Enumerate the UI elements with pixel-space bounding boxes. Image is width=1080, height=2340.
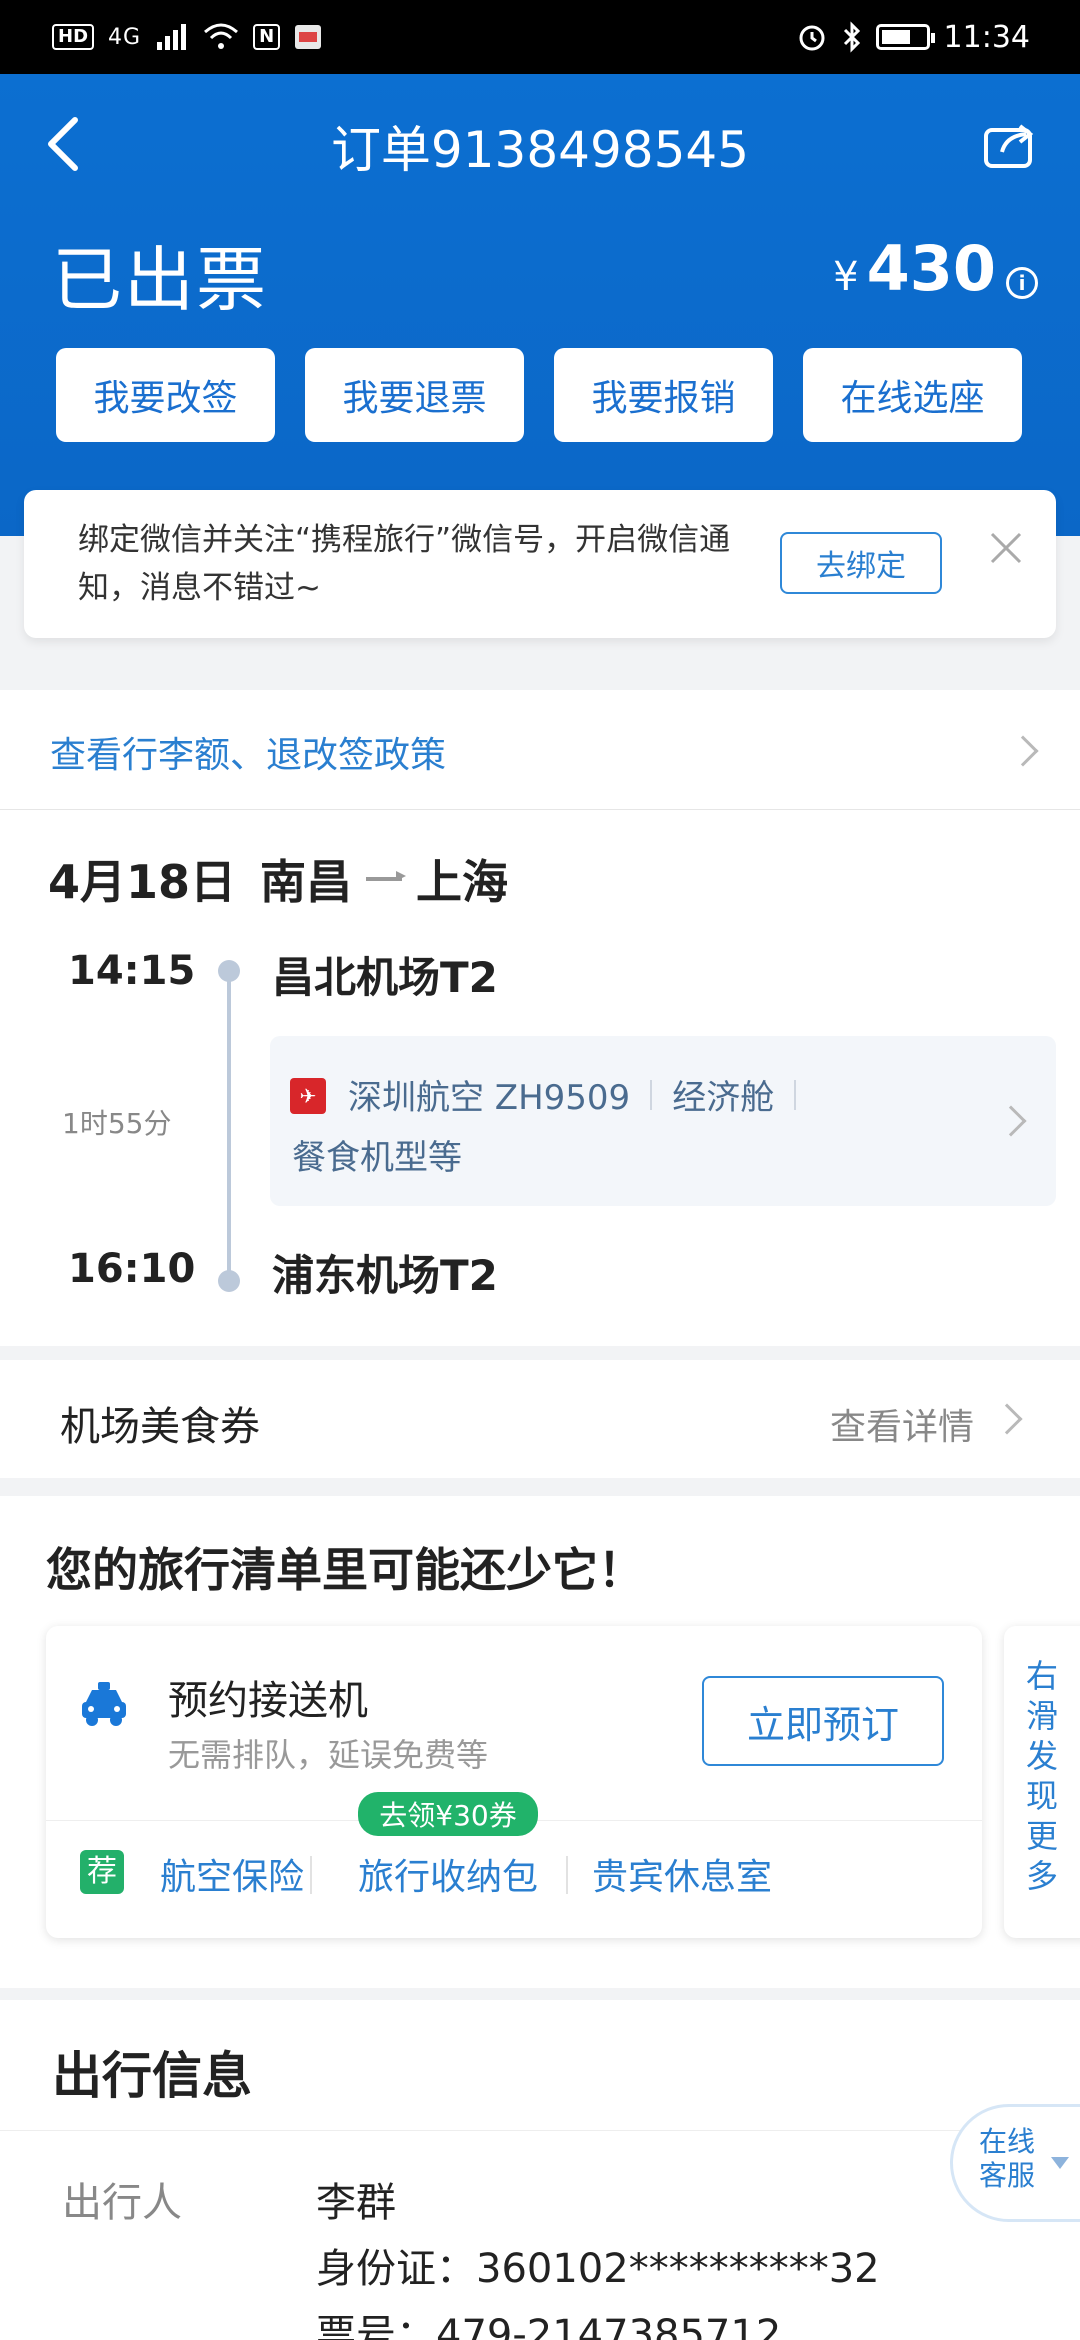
bind-button[interactable]: 去绑定: [780, 532, 942, 594]
departure-city: 南昌: [260, 855, 353, 909]
airline-flight-number: 深圳航空 ZH9509: [348, 1078, 631, 1118]
change-ticket-button[interactable]: 我要改签: [56, 348, 275, 442]
chevron-down-icon: [1051, 2157, 1069, 2169]
currency-symbol: ¥: [833, 254, 859, 300]
divider: [566, 1856, 568, 1894]
coupon-badge[interactable]: 去领¥30券: [358, 1792, 538, 1836]
transfer-subtitle: 无需排队，延误免费等: [168, 1736, 489, 1774]
flight-detail-card[interactable]: ✈ 深圳航空 ZH9509 经济舱 餐食机型等: [270, 1036, 1056, 1206]
notice-text: 绑定微信并关注“携程旅行”微信号，开启微信通知，消息不错过~: [78, 522, 731, 606]
flight-duration: 1时55分: [62, 1107, 172, 1140]
travel-info-section: 出行信息 出行人 李群 身份证：360102**********32 票号：47…: [0, 2000, 1080, 2340]
order-title: 订单9138498545: [330, 121, 750, 179]
wifi-icon: [204, 23, 239, 49]
divider: [0, 2130, 1080, 2131]
cabin-class: 经济舱: [672, 1078, 775, 1118]
status-left: HD 4G N: [52, 22, 322, 52]
wechat-notice: 绑定微信并关注“携程旅行”微信号，开启微信通知，消息不错过~ 去绑定: [24, 490, 1056, 638]
flight-date: 4月18日: [48, 855, 237, 909]
info-icon[interactable]: i: [1006, 267, 1038, 299]
timeline-dot-end: [218, 1270, 240, 1292]
status-right: 11:34: [796, 20, 1030, 55]
timeline-line: [227, 970, 231, 1282]
food-voucher-title: 机场美食券: [60, 1404, 260, 1450]
chevron-right-icon: [1007, 735, 1039, 767]
food-voucher-row[interactable]: 机场美食券 查看详情: [0, 1360, 1080, 1478]
recommend-title: 您的旅行清单里可能还少它！: [46, 1543, 644, 1597]
bluetooth-icon: [843, 21, 860, 53]
policy-row[interactable]: 查看行李额、退改签政策: [0, 690, 1080, 810]
slide-more-text: 右滑发现更多: [1026, 1657, 1059, 1895]
nfc-icon: N: [253, 24, 281, 50]
divider: [794, 1079, 797, 1110]
airline-logo-icon: ✈: [290, 1078, 326, 1114]
timeline-dot-start: [218, 960, 240, 982]
vip-lounge-link[interactable]: 贵宾休息室: [592, 1848, 772, 1900]
arrival-airport: 浦东机场T2: [272, 1251, 498, 1300]
seat-select-button[interactable]: 在线选座: [803, 348, 1022, 442]
slide-more-card[interactable]: 右滑发现更多: [1004, 1626, 1080, 1938]
status-bar: HD 4G N 11:34: [0, 0, 1080, 74]
ticket-number: 票号：479-2147385712: [316, 2312, 782, 2340]
passenger-name: 李群: [316, 2180, 396, 2226]
divider: [310, 1856, 312, 1894]
chevron-right-icon: [995, 1105, 1027, 1137]
arrival-city: 上海: [416, 855, 509, 909]
signal-icon: [157, 24, 187, 50]
divider: [650, 1079, 653, 1110]
arrival-time: 16:10: [68, 1246, 196, 1292]
order-header: 订单9138498545 已出票 ¥ 430 i 我要改签 我要退票 我要报销 …: [0, 74, 1080, 536]
insurance-link[interactable]: 航空保险: [160, 1848, 304, 1900]
storage-bag-link[interactable]: 旅行收纳包: [358, 1848, 538, 1900]
network-label: 4G: [108, 24, 142, 50]
car-icon: [82, 1682, 126, 1726]
customer-service-label: 在线客服: [979, 2125, 1036, 2192]
arrow-right-icon: [366, 877, 403, 881]
book-now-button[interactable]: 立即预订: [702, 1676, 944, 1766]
passenger-label: 出行人: [62, 2180, 182, 2226]
policy-link[interactable]: 查看行李额、退改签政策: [50, 726, 446, 778]
close-icon[interactable]: [984, 526, 1028, 570]
reimburse-button[interactable]: 我要报销: [554, 348, 773, 442]
ticket-status: 已出票: [52, 239, 268, 321]
travel-info-title: 出行信息: [52, 2047, 252, 2105]
share-icon[interactable]: [982, 118, 1040, 170]
clock: 11:34: [943, 19, 1030, 55]
customer-service-button[interactable]: 在线客服: [950, 2104, 1080, 2222]
recommend-section: 您的旅行清单里可能还少它！ 预约接送机 无需排队，延误免费等 立即预订 荐 航空…: [0, 1496, 1080, 1988]
flight-section: 4月18日 南昌 上海 14:15 昌北机场T2 1时55分 ✈ 深圳航空 ZH…: [0, 810, 1080, 1346]
passenger-id: 身份证：360102**********32: [316, 2246, 880, 2292]
meal-aircraft-info: 餐食机型等: [292, 1138, 462, 1178]
hd-icon: HD: [52, 24, 95, 50]
recommend-tag-icon: 荐: [80, 1850, 124, 1894]
battery-icon: [875, 24, 935, 50]
price-amount: 430: [866, 232, 996, 305]
action-buttons: 我要改签 我要退票 我要报销 在线选座: [56, 348, 1022, 442]
departure-airport: 昌北机场T2: [272, 953, 498, 1002]
order-price[interactable]: ¥ 430 i: [833, 232, 1038, 305]
route-header: 4月18日 南昌 上海: [48, 846, 508, 912]
departure-time: 14:15: [68, 948, 196, 994]
refund-button[interactable]: 我要退票: [305, 348, 524, 442]
chevron-right-icon: [991, 1403, 1023, 1435]
flight-info: 深圳航空 ZH9509 经济舱: [348, 1070, 816, 1119]
app-notification-icon: [295, 25, 322, 49]
transfer-title: 预约接送机: [168, 1678, 368, 1724]
view-details-link[interactable]: 查看详情: [830, 1398, 974, 1450]
transfer-card[interactable]: 预约接送机 无需排队，延误免费等 立即预订 荐 航空保险 旅行收纳包 贵宾休息室…: [46, 1626, 982, 1938]
alarm-icon: [799, 25, 825, 51]
